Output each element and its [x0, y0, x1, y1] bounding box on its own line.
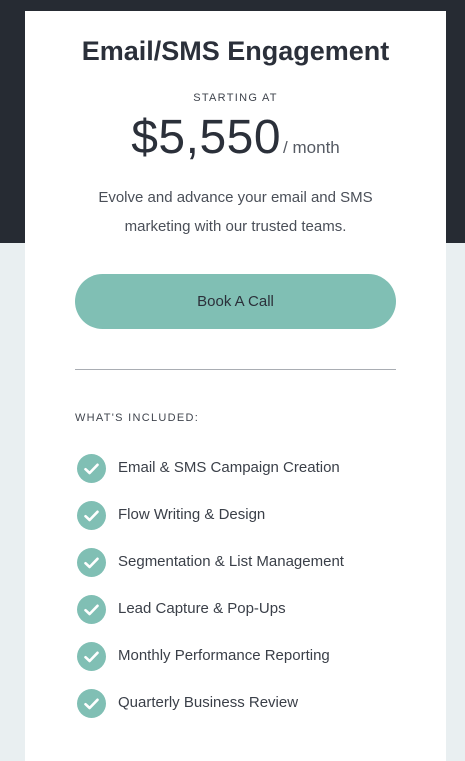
- starting-at-label: STARTING AT: [193, 92, 278, 104]
- included-heading: WHAT'S INCLUDED:: [75, 412, 200, 424]
- book-a-call-button[interactable]: Book A Call: [75, 274, 396, 329]
- check-circle-icon: [77, 595, 106, 624]
- plan-price: $5,550: [131, 111, 282, 164]
- feature-item: Email & SMS Campaign Creation: [75, 451, 344, 498]
- feature-item: Lead Capture & Pop-Ups: [75, 592, 344, 639]
- price-row: $5,550/ month: [25, 110, 446, 165]
- feature-label: Monthly Performance Reporting: [118, 647, 330, 664]
- check-circle-icon: [77, 454, 106, 483]
- feature-list: Email & SMS Campaign Creation Flow Writi…: [75, 451, 344, 733]
- pricing-card: Email/SMS Engagement STARTING AT $5,550/…: [25, 11, 446, 761]
- check-circle-icon: [77, 501, 106, 530]
- feature-label: Segmentation & List Management: [118, 553, 344, 570]
- feature-item: Quarterly Business Review: [75, 686, 344, 733]
- feature-label: Lead Capture & Pop-Ups: [118, 600, 286, 617]
- check-circle-icon: [77, 642, 106, 671]
- feature-label: Quarterly Business Review: [118, 694, 299, 711]
- plan-description: Evolve and advance your email and SMS ma…: [98, 189, 373, 235]
- divider: [75, 369, 396, 370]
- check-circle-icon: [77, 548, 106, 577]
- feature-item: Flow Writing & Design: [75, 498, 344, 545]
- feature-label: Flow Writing & Design: [118, 506, 266, 523]
- feature-item: Monthly Performance Reporting: [75, 639, 344, 686]
- feature-label: Email & SMS Campaign Creation: [118, 459, 340, 476]
- check-circle-icon: [77, 689, 106, 718]
- feature-item: Segmentation & List Management: [75, 545, 344, 592]
- billing-period: / month: [283, 138, 340, 157]
- plan-title: Email/SMS Engagement: [81, 36, 390, 66]
